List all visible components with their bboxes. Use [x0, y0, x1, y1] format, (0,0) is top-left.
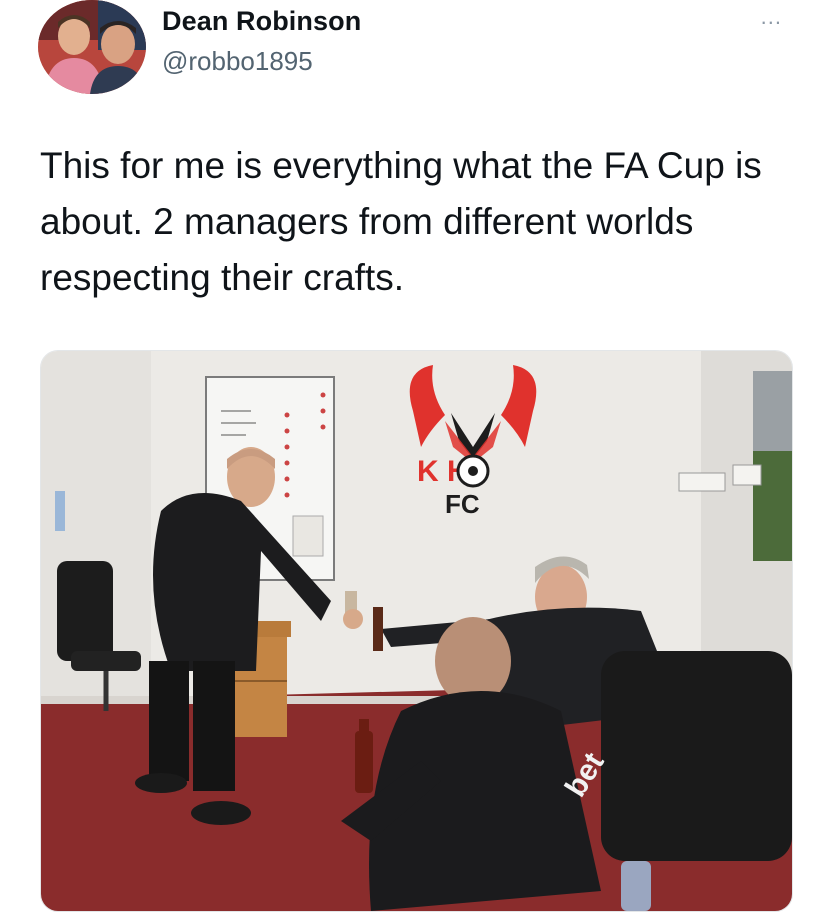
avatar-photo	[38, 0, 146, 94]
crest-text-bottom: FC	[445, 489, 480, 519]
tweet: Dean Robinson @robbo1895 ... This for me…	[0, 0, 828, 920]
tweet-photo[interactable]: K H FC bet	[40, 350, 793, 912]
photo-scene: K H FC bet	[41, 351, 792, 911]
tweet-text: This for me is everything what the FA Cu…	[40, 145, 762, 298]
more-options-icon[interactable]: ...	[761, 4, 782, 30]
author-name[interactable]: Dean Robinson	[162, 6, 361, 37]
author-handle[interactable]: @robbo1895	[162, 46, 313, 77]
sofa	[601, 651, 792, 861]
avatar[interactable]	[38, 0, 146, 94]
